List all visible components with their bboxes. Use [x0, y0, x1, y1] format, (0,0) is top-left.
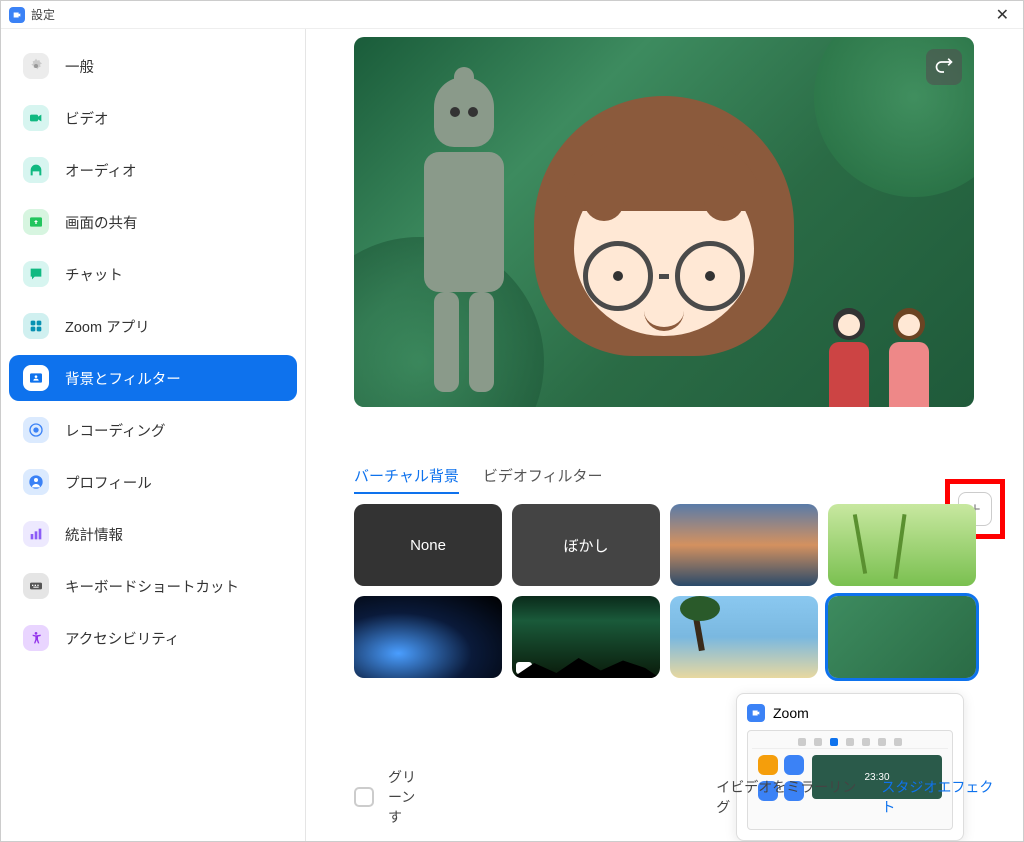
greenscreen-checkbox[interactable]	[354, 787, 374, 807]
sidebar-item-share[interactable]: 画面の共有	[9, 199, 297, 245]
apps-icon	[23, 313, 49, 339]
sidebar-item-video[interactable]: ビデオ	[9, 95, 297, 141]
background-grid: None ぼかし	[354, 504, 1005, 678]
rotate-camera-button[interactable]	[926, 49, 962, 85]
sidebar-item-keyboard[interactable]: キーボードショートカット	[9, 563, 297, 609]
tab-virtual-background[interactable]: バーチャル背景	[354, 465, 459, 494]
avatar-face	[524, 96, 804, 396]
sidebar-item-stats[interactable]: 統計情報	[9, 511, 297, 557]
video-badge-icon	[516, 662, 532, 674]
sidebar-item-apps[interactable]: Zoom アプリ	[9, 303, 297, 349]
bg-option-blur[interactable]: ぼかし	[512, 504, 660, 586]
sidebar: 一般 ビデオ オーディオ 画面の共有 チャット Zoom アプリ 背景とフィルタ…	[1, 29, 306, 841]
bg-option-grass[interactable]	[828, 504, 976, 586]
sidebar-item-general[interactable]: 一般	[9, 43, 297, 89]
sidebar-item-accessibility[interactable]: アクセシビリティ	[9, 615, 297, 661]
sidebar-label: チャット	[65, 264, 123, 285]
bg-option-none[interactable]: None	[354, 504, 502, 586]
bg-option-earth[interactable]	[354, 596, 502, 678]
background-characters	[824, 308, 934, 407]
sidebar-label: Zoom アプリ	[65, 316, 150, 337]
video-preview	[354, 37, 974, 407]
tab-video-filter[interactable]: ビデオフィルター	[483, 465, 603, 494]
greenscreen-label: グリーンす	[388, 767, 427, 827]
zoom-app-icon	[9, 7, 25, 23]
bg-option-beach[interactable]	[670, 596, 818, 678]
titlebar: 設定 ✕	[1, 1, 1023, 29]
chat-icon	[23, 261, 49, 287]
mirror-label: イビデオをミラーリング	[716, 777, 867, 817]
sidebar-label: 統計情報	[65, 524, 123, 545]
sidebar-label: オーディオ	[65, 160, 137, 181]
sidebar-label: プロフィール	[65, 472, 152, 493]
sidebar-item-recording[interactable]: レコーディング	[9, 407, 297, 453]
sidebar-label: レコーディング	[65, 420, 165, 441]
studio-effects-link[interactable]: スタジオエフェクト	[881, 777, 1005, 817]
keyboard-icon	[23, 573, 49, 599]
sidebar-item-chat[interactable]: チャット	[9, 251, 297, 297]
sidebar-label: 画面の共有	[65, 212, 138, 233]
share-screen-icon	[23, 209, 49, 235]
headphones-icon	[23, 157, 49, 183]
accessibility-icon	[23, 625, 49, 651]
window-title: 設定	[31, 6, 55, 23]
sidebar-item-audio[interactable]: オーディオ	[9, 147, 297, 193]
sidebar-label: 背景とフィルター	[65, 368, 181, 389]
sidebar-item-profile[interactable]: プロフィール	[9, 459, 297, 505]
popup-title: Zoom	[773, 705, 809, 721]
sidebar-label: キーボードショートカット	[65, 576, 239, 597]
gear-icon	[23, 53, 49, 79]
background-robot	[414, 77, 514, 397]
sidebar-label: ビデオ	[65, 108, 109, 129]
profile-icon	[23, 469, 49, 495]
bg-option-bridge[interactable]	[670, 504, 818, 586]
main-panel: バーチャル背景 ビデオフィルター None ぼかし Zoom	[306, 29, 1023, 841]
background-icon	[23, 365, 49, 391]
sidebar-label: 一般	[65, 56, 94, 77]
sidebar-label: アクセシビリティ	[65, 628, 179, 649]
record-icon	[23, 417, 49, 443]
zoom-small-icon	[747, 704, 765, 722]
bg-option-custom[interactable]	[828, 596, 976, 678]
close-icon[interactable]: ✕	[990, 3, 1015, 27]
bg-option-aurora[interactable]	[512, 596, 660, 678]
bottom-options: グリーンす イビデオをミラーリング スタジオエフェクト	[354, 767, 1005, 827]
sidebar-item-background[interactable]: 背景とフィルター	[9, 355, 297, 401]
video-icon	[23, 105, 49, 131]
background-tabs: バーチャル背景 ビデオフィルター	[354, 465, 1005, 494]
stats-icon	[23, 521, 49, 547]
